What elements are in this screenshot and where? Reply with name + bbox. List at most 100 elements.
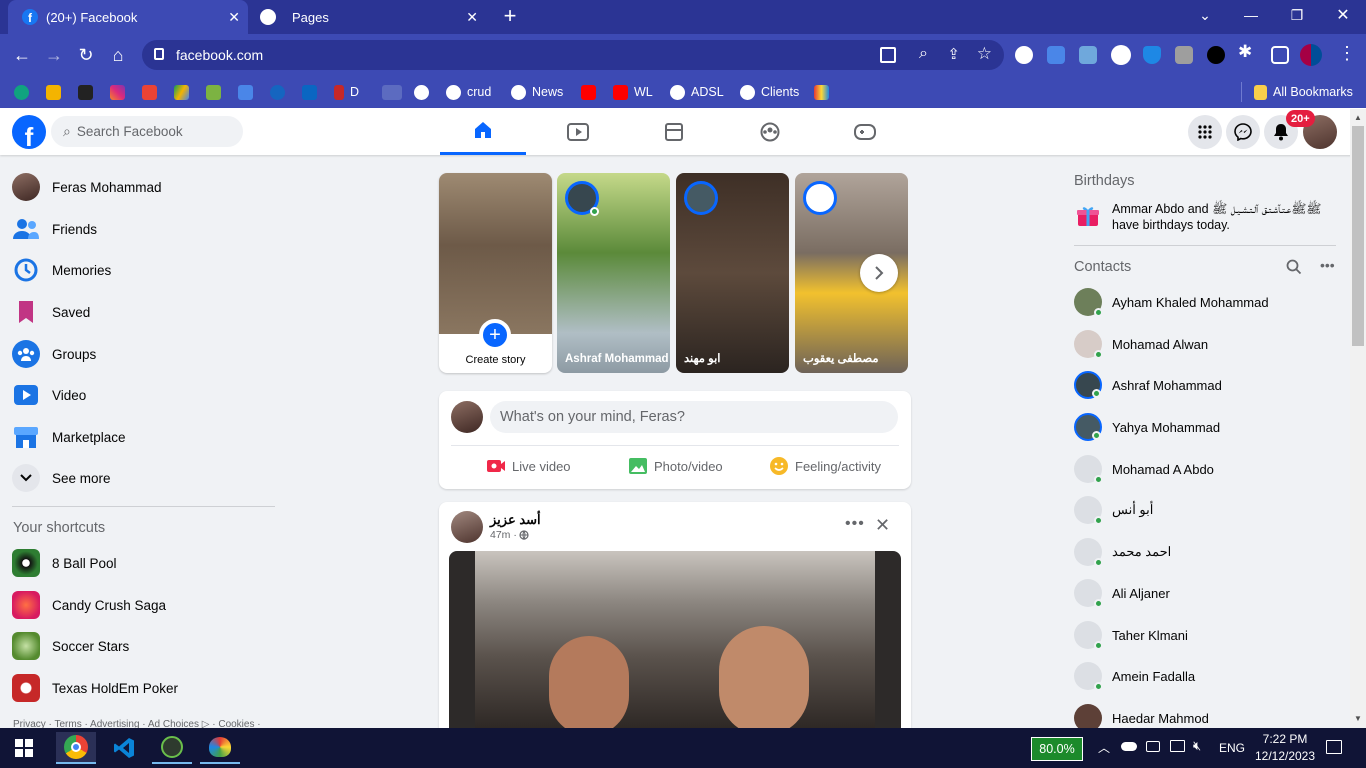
contact-item[interactable]: Mohamad A Abdo bbox=[1074, 451, 1214, 487]
birthdays-text[interactable]: Ammar Abdo and ﷺﷺعـتـآشـتـق آلـتـشـيـل ﷺ… bbox=[1112, 201, 1338, 233]
sidebar-item-profile[interactable]: Feras Mohammad bbox=[12, 167, 162, 207]
bookmark-clients[interactable]: Clients bbox=[740, 83, 799, 101]
photo-video-button[interactable]: Photo/video bbox=[628, 455, 723, 477]
bookmark-github-1[interactable] bbox=[414, 83, 429, 101]
home-icon[interactable]: ⌂ bbox=[105, 42, 131, 68]
zoom-icon[interactable]: ⌕ bbox=[919, 45, 928, 63]
show-hidden-icons-chevron-icon[interactable]: ︿ bbox=[1098, 739, 1110, 756]
bookmark-item[interactable] bbox=[14, 83, 29, 101]
reload-icon[interactable]: ↻ bbox=[73, 42, 99, 68]
extension-icon[interactable] bbox=[1079, 46, 1097, 64]
language-indicator[interactable]: ENG bbox=[1219, 741, 1245, 755]
chrome-taskbar-icon[interactable] bbox=[56, 732, 96, 764]
stories-next-button[interactable] bbox=[860, 254, 898, 292]
bookmark-d[interactable]: D bbox=[334, 83, 359, 101]
feeling-activity-button[interactable]: Feeling/activity bbox=[769, 455, 881, 477]
shortcut-8-ball-pool[interactable]: 8 Ball Pool bbox=[12, 543, 117, 583]
sidebar-item-marketplace[interactable]: Marketplace bbox=[12, 417, 126, 457]
post-author-name[interactable]: أسد عزيز bbox=[490, 512, 541, 528]
tab-home[interactable] bbox=[440, 108, 526, 155]
bookmark-adsl[interactable]: ADSL bbox=[670, 83, 724, 101]
profile-avatar-icon[interactable] bbox=[1300, 44, 1322, 66]
tab-groups[interactable] bbox=[727, 108, 813, 155]
minimize-icon[interactable]: — bbox=[1228, 0, 1274, 30]
sidebar-item-memories[interactable]: Memories bbox=[12, 250, 111, 290]
story-card[interactable]: ابو مهند bbox=[676, 173, 789, 373]
gmail-icon[interactable] bbox=[142, 83, 157, 101]
vscode-taskbar-icon[interactable] bbox=[104, 732, 144, 764]
bookmark-crud[interactable]: crud bbox=[446, 83, 491, 101]
extension-icon[interactable] bbox=[1207, 46, 1225, 64]
shield-extension-icon[interactable] bbox=[1143, 46, 1161, 64]
contact-item[interactable]: Amein Fadalla bbox=[1074, 658, 1195, 694]
sidebar-see-more[interactable]: See more bbox=[12, 458, 111, 498]
bookmark-wl[interactable]: WL bbox=[613, 83, 653, 101]
sidebar-item-saved[interactable]: Saved bbox=[12, 292, 90, 332]
tab-marketplace[interactable] bbox=[631, 108, 717, 155]
volume-muted-icon[interactable]: 🔇︎ bbox=[1193, 738, 1201, 754]
forward-icon[interactable]: → bbox=[41, 42, 67, 68]
bookmark-item[interactable] bbox=[814, 83, 829, 101]
tab-search-icon[interactable]: ⌄ bbox=[1182, 0, 1228, 30]
shortcut-soccer-stars[interactable]: Soccer Stars bbox=[12, 626, 129, 666]
page-scrollbar[interactable]: ▲ ▼ bbox=[1350, 109, 1366, 728]
back-icon[interactable]: ← bbox=[9, 42, 35, 68]
tab-gaming[interactable] bbox=[822, 108, 908, 155]
sidebar-item-video[interactable]: Video bbox=[12, 375, 86, 415]
contact-item[interactable]: Yahya Mohammad bbox=[1074, 409, 1220, 445]
close-tab-icon[interactable]: ✕ bbox=[228, 9, 240, 26]
menu-grid-icon[interactable] bbox=[1188, 115, 1222, 149]
clock[interactable]: 7:22 PM 12/12/2023 bbox=[1250, 731, 1320, 765]
restore-icon[interactable]: ❐ bbox=[1274, 0, 1320, 30]
sidebar-item-groups[interactable]: Groups bbox=[12, 334, 96, 374]
new-tab-button[interactable]: + bbox=[498, 3, 522, 28]
composer-avatar[interactable] bbox=[451, 401, 483, 433]
bookmark-item[interactable] bbox=[270, 83, 285, 101]
extension-icon[interactable] bbox=[1175, 46, 1193, 64]
menu-kebab-icon[interactable]: ⋮ bbox=[1338, 43, 1356, 64]
extension-icon[interactable] bbox=[1015, 46, 1033, 64]
post-options-icon[interactable]: ••• bbox=[845, 515, 865, 533]
battery-icon[interactable] bbox=[1146, 741, 1160, 752]
tab-pages[interactable]: Pages ✕ bbox=[250, 0, 486, 34]
contacts-options-icon[interactable]: ••• bbox=[1320, 257, 1335, 273]
translate-icon[interactable] bbox=[238, 83, 253, 101]
close-tab-icon[interactable]: ✕ bbox=[466, 9, 478, 26]
bookmark-item[interactable] bbox=[382, 83, 402, 101]
contact-item[interactable]: Ashraf Mohammad bbox=[1074, 367, 1222, 403]
contact-item[interactable]: Haedar Mahmod bbox=[1074, 700, 1209, 728]
network-icon[interactable] bbox=[1170, 740, 1185, 752]
install-icon[interactable] bbox=[880, 47, 896, 63]
post-timestamp[interactable]: 47m · bbox=[490, 529, 529, 541]
all-bookmarks[interactable]: All Bookmarks bbox=[1254, 83, 1353, 101]
post-media[interactable] bbox=[449, 551, 901, 728]
tab-watch[interactable] bbox=[535, 108, 621, 155]
scroll-down-arrow-icon[interactable]: ▼ bbox=[1354, 714, 1362, 723]
battery-indicator[interactable]: 80.0% bbox=[1031, 737, 1083, 761]
composer-input[interactable]: What's on your mind, Feras? bbox=[490, 401, 898, 433]
live-video-button[interactable]: Live video bbox=[486, 455, 571, 477]
shortcut-texas-holdem[interactable]: Texas HoldEm Poker bbox=[12, 668, 178, 708]
extensions-puzzle-icon[interactable]: ✱ bbox=[1238, 42, 1252, 62]
side-panel-icon[interactable] bbox=[1271, 46, 1289, 64]
add-story-plus-icon[interactable]: + bbox=[479, 319, 511, 351]
sidebar-item-friends[interactable]: Friends bbox=[12, 209, 97, 249]
search-input[interactable]: ⌕ Search Facebook bbox=[51, 116, 243, 147]
bookmark-item[interactable] bbox=[78, 83, 93, 101]
create-story-card[interactable]: + Create story bbox=[439, 173, 552, 373]
scrollbar-thumb[interactable] bbox=[1352, 126, 1364, 346]
windows-start-icon[interactable] bbox=[4, 732, 44, 764]
scroll-up-arrow-icon[interactable]: ▲ bbox=[1354, 113, 1362, 122]
bookmark-news[interactable]: News bbox=[511, 83, 563, 101]
contact-item[interactable]: Mohamad Alwan bbox=[1074, 326, 1208, 362]
drive-icon[interactable] bbox=[174, 83, 189, 101]
facebook-logo-icon[interactable]: f bbox=[12, 115, 46, 149]
hide-post-close-icon[interactable]: ✕ bbox=[875, 515, 890, 536]
contact-item[interactable]: أبو أنس bbox=[1074, 492, 1153, 528]
linkedin-icon[interactable] bbox=[302, 83, 317, 101]
contact-item[interactable]: Ayham Khaled Mohammad bbox=[1074, 284, 1269, 320]
contact-item[interactable]: Taher Klmani bbox=[1074, 617, 1188, 653]
onedrive-cloud-icon[interactable] bbox=[1121, 742, 1137, 751]
story-card[interactable]: Ashraf Mohammad bbox=[557, 173, 670, 373]
share-icon[interactable]: ⇪ bbox=[947, 45, 960, 63]
